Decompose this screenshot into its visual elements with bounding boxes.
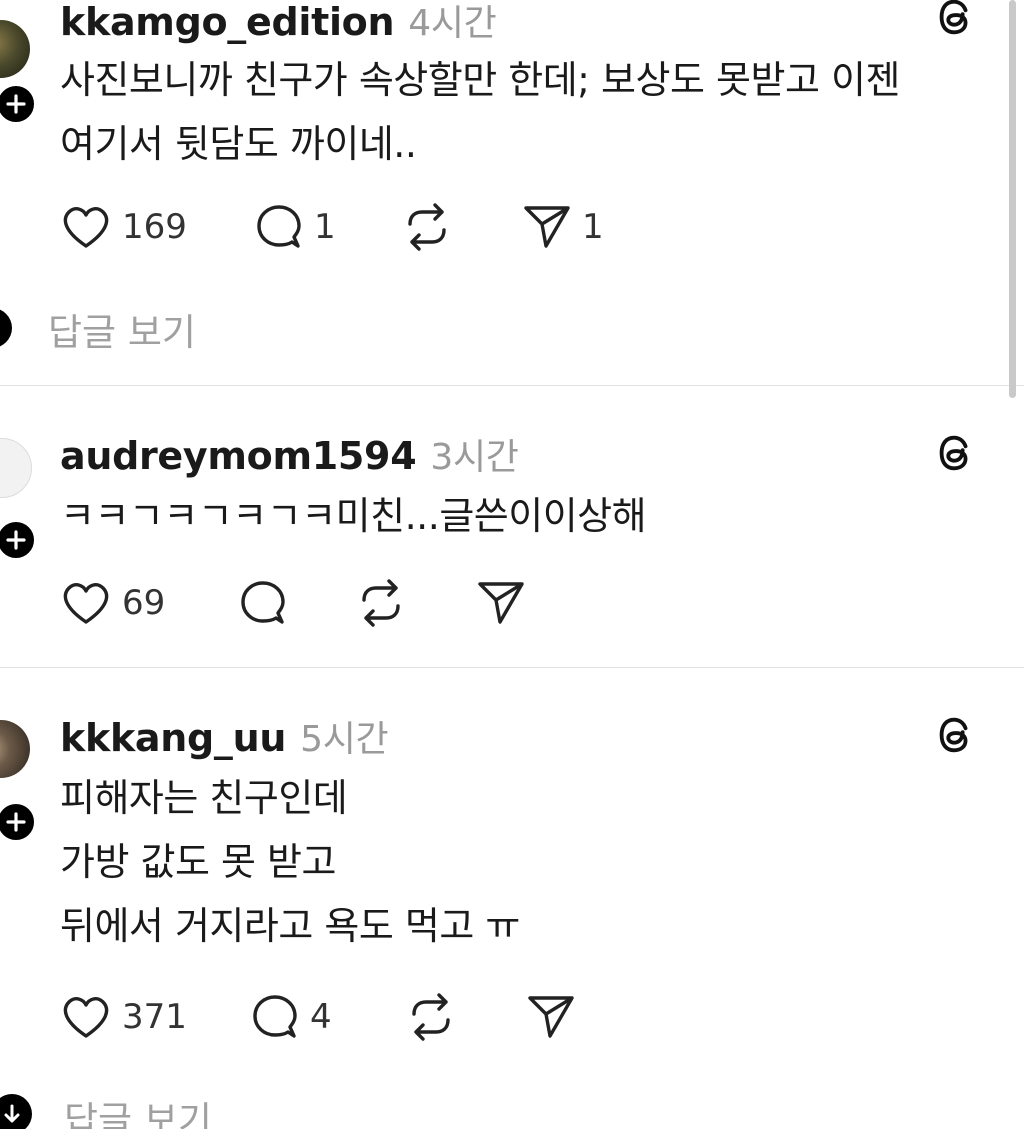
timestamp: 4시간: [408, 3, 497, 44]
post-text-line: 가방 값도 못 받고: [60, 840, 336, 884]
post-body: ㅋㅋㄱㅋㄱㅋㄱㅋ미친...글쓴이이상해: [60, 484, 647, 548]
like-button[interactable]: 69: [60, 578, 165, 628]
repost-button[interactable]: [356, 578, 406, 628]
post-text-line: 사진보니까 친구가 속상할만 한데; 보상도 못받고 이젠: [60, 58, 900, 102]
plus-icon: [6, 530, 26, 550]
comment-button[interactable]: 4: [250, 992, 332, 1042]
threads-logo-icon[interactable]: [932, 712, 978, 758]
send-icon: [478, 582, 524, 624]
post-text-line: ㅋㅋㄱㅋㄱㅋㄱㅋ미친...글쓴이이상해: [60, 494, 647, 538]
repost-button[interactable]: [402, 202, 452, 252]
comment-button[interactable]: 1: [254, 202, 336, 252]
heart-icon: [63, 207, 109, 248]
comment-count: 4: [310, 997, 332, 1037]
post-body: 사진보니까 친구가 속상할만 한데; 보상도 못받고 이젠 여기서 뒷담도 까이…: [60, 48, 900, 176]
avatar[interactable]: [0, 20, 30, 78]
share-button[interactable]: [476, 578, 526, 628]
share-button[interactable]: 1: [522, 202, 604, 252]
send-icon: [524, 206, 570, 248]
timestamp: 3시간: [430, 437, 519, 478]
divider: [0, 385, 1024, 386]
like-button[interactable]: 169: [60, 202, 187, 252]
heart-icon: [63, 583, 109, 624]
comment-bubble-icon: [257, 205, 301, 248]
threads-logo-icon[interactable]: [932, 430, 978, 476]
like-button[interactable]: 371: [60, 992, 187, 1042]
post-text-line: 피해자는 친구인데: [60, 776, 348, 820]
repost-icon: [408, 203, 446, 251]
avatar[interactable]: [0, 720, 30, 778]
post-text-line: 뒤에서 거지라고 욕도 먹고 ㅠ: [60, 904, 520, 948]
post-body: 피해자는 친구인데 가방 값도 못 받고 뒤에서 거지라고 욕도 먹고 ㅠ: [60, 766, 520, 958]
share-button[interactable]: [526, 992, 576, 1042]
username[interactable]: kkamgo_edition: [60, 0, 395, 44]
post-header: audreymom1594 3시간: [60, 428, 519, 480]
username[interactable]: audreymom1594: [60, 434, 417, 478]
divider: [0, 667, 1024, 668]
threads-logo-icon[interactable]: [932, 0, 978, 40]
comment-bubble-icon: [241, 581, 285, 624]
comment-button[interactable]: [238, 578, 288, 628]
like-count: 169: [122, 207, 187, 247]
like-count: 69: [122, 583, 166, 623]
arrow-down-icon: [4, 1104, 20, 1123]
repost-button[interactable]: [406, 992, 456, 1042]
send-icon: [528, 996, 574, 1038]
repost-icon: [412, 993, 450, 1041]
post-header: kkkang_uu 5시간: [60, 710, 389, 762]
repost-icon: [362, 579, 400, 627]
plus-icon: [6, 94, 26, 114]
post-header: kkamgo_edition 4시간: [60, 0, 497, 46]
view-replies-link[interactable]: 답글 보기: [64, 1090, 212, 1129]
username[interactable]: kkkang_uu: [60, 716, 286, 760]
comment-bubble-icon: [253, 995, 297, 1038]
scrollbar[interactable]: [1009, 0, 1016, 398]
like-count: 371: [122, 997, 187, 1037]
heart-icon: [63, 997, 109, 1038]
threads-replies-screen: kkamgo_edition 4시간 사진보니까 친구가 속상할만 한데; 보상도…: [0, 0, 1024, 1129]
avatar[interactable]: [0, 438, 32, 498]
comment-count: 1: [314, 207, 336, 247]
reply-thread-indicator: [0, 1094, 32, 1129]
post-text-line: 여기서 뒷담도 까이네..: [60, 122, 417, 166]
follow-button[interactable]: [0, 518, 38, 562]
view-replies-link[interactable]: 답글 보기: [48, 302, 196, 356]
timestamp: 5시간: [300, 719, 389, 760]
share-count: 1: [582, 207, 604, 247]
plus-icon: [6, 812, 26, 832]
follow-button[interactable]: [0, 82, 38, 126]
reply-thread-indicator: [0, 308, 12, 348]
follow-button[interactable]: [0, 800, 38, 844]
